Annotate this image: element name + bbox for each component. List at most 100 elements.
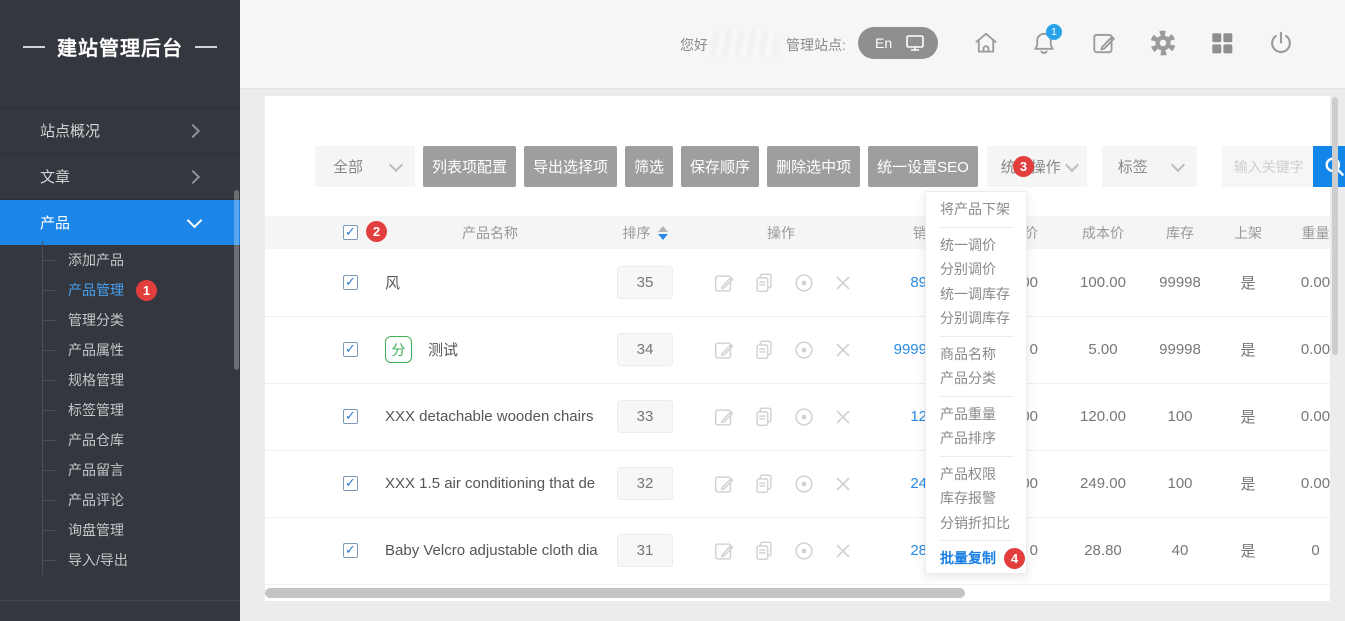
filter-all-select[interactable]: 全部 <box>315 146 415 187</box>
list-config-button[interactable]: 列表项配置 <box>423 146 516 187</box>
select-all-checkbox[interactable] <box>343 225 358 240</box>
menu-item-separate-price[interactable]: 分别调价 <box>926 257 1026 282</box>
product-name: 风 <box>385 249 400 316</box>
product-name: XXX 1.5 air conditioning that de <box>385 450 595 517</box>
sort-value-box[interactable]: 31 <box>617 534 673 567</box>
menu-item-product-permission[interactable]: 产品权限 <box>926 462 1026 487</box>
product-name: Baby Velcro adjustable cloth dia <box>385 517 598 584</box>
menu-item-unified-price[interactable]: 统一调价 <box>926 233 1026 258</box>
export-selected-button[interactable]: 导出选择项 <box>524 146 617 187</box>
copy-icon[interactable] <box>752 405 776 429</box>
menu-item-distribution-discount[interactable]: 分销折扣比 <box>926 511 1026 536</box>
sort-value-box[interactable]: 33 <box>617 400 673 433</box>
sidebar-item-products[interactable]: 产品 <box>0 200 240 245</box>
sidebar-item-label: 文章 <box>40 166 70 187</box>
submenu-import-export[interactable]: 导入/导出 <box>0 545 240 575</box>
copy-icon[interactable] <box>752 338 776 362</box>
sidebar-scrollbar[interactable] <box>234 190 239 370</box>
delete-selected-button[interactable]: 删除选中项 <box>767 146 860 187</box>
submenu-product-messages[interactable]: 产品留言 <box>0 455 240 485</box>
batch-ops-select[interactable]: 统一操作 <box>987 146 1087 187</box>
menu-item-product-category[interactable]: 产品分类 <box>926 366 1026 391</box>
notifications-bell-icon[interactable]: 1 <box>1030 29 1058 57</box>
row-checkbox[interactable] <box>343 275 358 290</box>
menu-item-product-weight[interactable]: 产品重量 <box>926 402 1026 427</box>
col-sales-partial: 销 <box>825 216 927 249</box>
sidebar-item-site-overview[interactable]: 站点概况 <box>0 107 240 154</box>
preview-eye-icon[interactable] <box>792 338 816 362</box>
topbar: 您好 管理站点: En 1 <box>240 0 1345 89</box>
copy-icon[interactable] <box>752 472 776 496</box>
menu-item-take-off-shelf[interactable]: 将产品下架 <box>926 197 1026 222</box>
edit-icon[interactable] <box>712 338 736 362</box>
copy-icon[interactable] <box>752 271 776 295</box>
menu-item-separate-stock[interactable]: 分别调库存 <box>926 306 1026 331</box>
col-product-name: 产品名称 <box>430 216 550 249</box>
edit-icon[interactable] <box>712 405 736 429</box>
row-checkbox[interactable] <box>343 409 358 424</box>
sales-link[interactable]: 9999 <box>825 316 927 383</box>
cost-price: 28.80 <box>1058 517 1148 584</box>
sales-link[interactable]: 28 <box>825 517 927 584</box>
language-switch[interactable]: En <box>858 27 938 59</box>
menu-item-stock-alert[interactable]: 库存报警 <box>926 486 1026 511</box>
vertical-scrollbar[interactable] <box>1332 97 1338 355</box>
weight: 0 <box>1278 517 1345 584</box>
edit-icon[interactable] <box>712 271 736 295</box>
submenu-product-attrs[interactable]: 产品属性 <box>0 335 240 365</box>
submenu-product-reviews[interactable]: 产品评论 <box>0 485 240 515</box>
preview-eye-icon[interactable] <box>792 271 816 295</box>
menu-item-unified-stock[interactable]: 统一调库存 <box>926 282 1026 307</box>
sort-arrows <box>658 226 668 240</box>
on-shelf: 是 <box>1223 450 1273 517</box>
sidebar-item-articles[interactable]: 文章 <box>0 154 240 200</box>
search-input[interactable] <box>1222 146 1313 187</box>
sort-value-box[interactable]: 32 <box>617 467 673 500</box>
preview-eye-icon[interactable] <box>792 405 816 429</box>
preview-eye-icon[interactable] <box>792 539 816 563</box>
copy-icon[interactable] <box>752 539 776 563</box>
sort-asc-icon[interactable] <box>658 226 668 232</box>
search-button[interactable] <box>1313 146 1345 187</box>
sales-link[interactable]: 24 <box>825 450 927 517</box>
filter-button[interactable]: 筛选 <box>625 146 673 187</box>
sales-link[interactable]: 12 <box>825 383 927 450</box>
save-order-button[interactable]: 保存顺序 <box>681 146 759 187</box>
menu-item-batch-copy[interactable]: 批量复制 4 <box>926 546 1026 571</box>
batch-seo-button[interactable]: 统一设置SEO <box>868 146 978 187</box>
weight: 0.00 <box>1278 450 1345 517</box>
sales-link[interactable]: 89 <box>825 249 927 316</box>
sort-value-box[interactable]: 35 <box>617 266 673 299</box>
col-sort[interactable]: 排序 <box>617 216 673 249</box>
submenu-product-manage[interactable]: 产品管理 1 <box>0 275 240 305</box>
horizontal-scrollbar[interactable] <box>265 588 965 598</box>
apps-grid-icon[interactable] <box>1208 29 1236 57</box>
submenu-spec-manage[interactable]: 规格管理 <box>0 365 240 395</box>
edit-icon[interactable] <box>712 472 736 496</box>
row-checkbox[interactable] <box>343 342 358 357</box>
submenu-manage-category[interactable]: 管理分类 <box>0 305 240 335</box>
edit-compose-icon[interactable] <box>1090 29 1118 57</box>
row-checkbox[interactable] <box>343 476 358 491</box>
submenu-product-warehouse[interactable]: 产品仓库 <box>0 425 240 455</box>
row-checkbox[interactable] <box>343 543 358 558</box>
batch-ops-dropdown-menu: 将产品下架 统一调价 分别调价 统一调库存 分别调库存 商品名称 产品分类 产品… <box>925 191 1027 574</box>
tags-select[interactable]: 标签 <box>1102 146 1197 187</box>
cost-price: 120.00 <box>1058 383 1148 450</box>
submenu-add-product[interactable]: 添加产品 <box>0 245 240 275</box>
logout-power-icon[interactable] <box>1267 29 1295 57</box>
settings-gear-icon[interactable] <box>1149 29 1177 57</box>
toolbar: 全部 列表项配置 导出选择项 筛选 保存顺序 删除选中项 统一设置SEO 统一操… <box>315 146 1345 187</box>
menu-item-product-sort[interactable]: 产品排序 <box>926 426 1026 451</box>
submenu-tag-manage[interactable]: 标签管理 <box>0 395 240 425</box>
sort-value-box[interactable]: 34 <box>617 333 673 366</box>
language-label: En <box>875 35 892 51</box>
submenu-inquiry-manage[interactable]: 询盘管理 <box>0 515 240 545</box>
preview-eye-icon[interactable] <box>792 472 816 496</box>
menu-item-product-name[interactable]: 商品名称 <box>926 342 1026 367</box>
content-card: 全部 列表项配置 导出选择项 筛选 保存顺序 删除选中项 统一设置SEO 统一操… <box>265 96 1330 601</box>
main-area: 全部 列表项配置 导出选择项 筛选 保存顺序 删除选中项 统一设置SEO 统一操… <box>240 89 1345 621</box>
edit-icon[interactable] <box>712 539 736 563</box>
sort-desc-icon[interactable] <box>658 234 668 240</box>
home-icon[interactable] <box>972 29 1000 57</box>
